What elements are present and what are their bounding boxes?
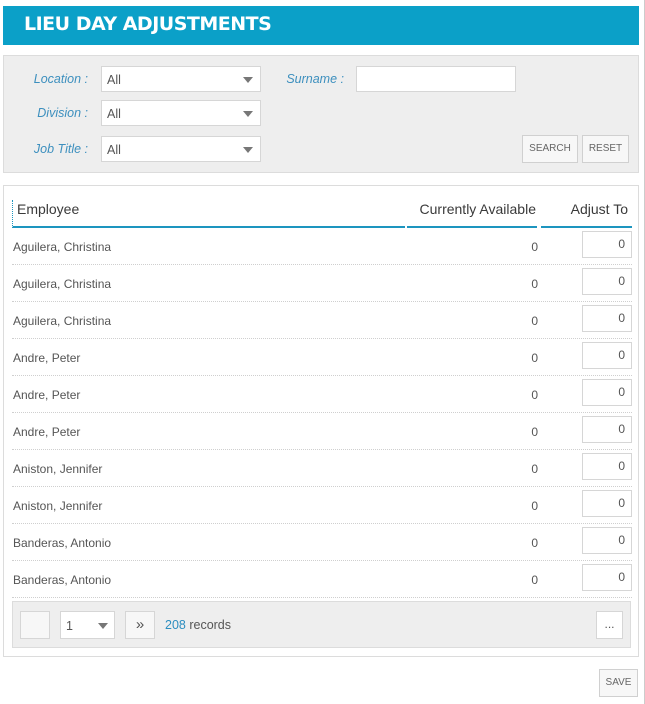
table-row: Banderas, Antonio 0 0 [12, 561, 632, 598]
column-header-available[interactable]: Currently Available [407, 200, 537, 228]
currently-available-value: 0 [531, 351, 538, 365]
location-select-value: All [107, 73, 121, 87]
employee-name: Aniston, Jennifer [13, 462, 103, 476]
location-label: Location : [33, 72, 88, 86]
page-title: LIEU DAY ADJUSTMENTS [24, 13, 272, 35]
adjust-to-input[interactable]: 0 [582, 305, 632, 332]
adjust-to-input[interactable]: 0 [582, 453, 632, 480]
employee-name: Andre, Peter [13, 351, 81, 365]
more-options-button[interactable]: ... [596, 611, 623, 639]
reset-button[interactable]: RESET [582, 135, 629, 163]
employee-grid: Employee Currently Available Adjust To A… [3, 185, 639, 657]
double-chevron-right-icon: » [135, 616, 145, 633]
table-row: Aniston, Jennifer 0 0 [12, 450, 632, 487]
employee-name: Andre, Peter [13, 425, 81, 439]
adjust-to-input[interactable]: 0 [582, 490, 632, 517]
division-select-value: All [107, 107, 121, 121]
currently-available-value: 0 [531, 462, 538, 476]
surname-input[interactable] [356, 66, 516, 92]
currently-available-value: 0 [531, 536, 538, 550]
division-label: Division : [37, 106, 88, 120]
adjust-to-input[interactable]: 0 [582, 416, 632, 443]
employee-name: Aniston, Jennifer [13, 499, 103, 513]
adjust-to-input[interactable]: 0 [582, 231, 632, 258]
page-header: LIEU DAY ADJUSTMENTS [3, 6, 639, 45]
table-row: Aguilera, Christina 0 0 [12, 265, 632, 302]
adjust-to-input[interactable]: 0 [582, 564, 632, 591]
employee-name: Aguilera, Christina [13, 277, 112, 291]
chevron-down-icon [98, 623, 108, 629]
employee-name: Andre, Peter [13, 388, 81, 402]
chevron-down-icon [243, 147, 253, 153]
table-row: Aniston, Jennifer 0 0 [12, 487, 632, 524]
job-title-label: Job Title : [33, 142, 88, 156]
currently-available-value: 0 [531, 499, 538, 513]
chevron-down-icon [243, 111, 253, 117]
record-count-label: records [185, 618, 232, 632]
record-count: 208 records [165, 618, 231, 632]
adjust-to-input[interactable]: 0 [582, 268, 632, 295]
filter-panel: Location : All Surname : Division : All … [3, 55, 639, 173]
table-row: Andre, Peter 0 0 [12, 376, 632, 413]
column-header-employee[interactable]: Employee [12, 200, 405, 228]
page-select-value: 1 [66, 619, 73, 633]
currently-available-value: 0 [531, 277, 538, 291]
table-row: Andre, Peter 0 0 [12, 339, 632, 376]
search-button[interactable]: SEARCH [522, 135, 578, 163]
first-page-button[interactable] [20, 611, 50, 639]
table-row: Andre, Peter 0 0 [12, 413, 632, 450]
employee-name: Aguilera, Christina [13, 240, 112, 254]
currently-available-value: 0 [531, 314, 538, 328]
job-title-select[interactable]: All [101, 136, 261, 162]
adjust-to-input[interactable]: 0 [582, 527, 632, 554]
employee-name: Banderas, Antonio [13, 573, 112, 587]
record-count-value: 208 [165, 618, 186, 632]
currently-available-value: 0 [531, 425, 538, 439]
division-select[interactable]: All [101, 100, 261, 126]
next-page-button[interactable]: » [125, 611, 155, 639]
adjust-to-input[interactable]: 0 [582, 342, 632, 369]
currently-available-value: 0 [531, 240, 538, 254]
table-row: Aguilera, Christina 0 0 [12, 228, 632, 265]
currently-available-value: 0 [531, 573, 538, 587]
employee-name: Banderas, Antonio [13, 536, 112, 550]
surname-label: Surname : [286, 72, 344, 86]
pager: 1 » 208 records ... [12, 601, 631, 648]
column-header-adjust[interactable]: Adjust To [541, 200, 632, 228]
save-button[interactable]: SAVE [599, 669, 638, 697]
adjust-to-input[interactable]: 0 [582, 379, 632, 406]
table-row: Banderas, Antonio 0 0 [12, 524, 632, 561]
employee-name: Aguilera, Christina [13, 314, 112, 328]
table-row: Aguilera, Christina 0 0 [12, 302, 632, 339]
location-select[interactable]: All [101, 66, 261, 92]
job-title-select-value: All [107, 143, 121, 157]
page-select[interactable]: 1 [60, 611, 115, 639]
currently-available-value: 0 [531, 388, 538, 402]
chevron-down-icon [243, 77, 253, 83]
